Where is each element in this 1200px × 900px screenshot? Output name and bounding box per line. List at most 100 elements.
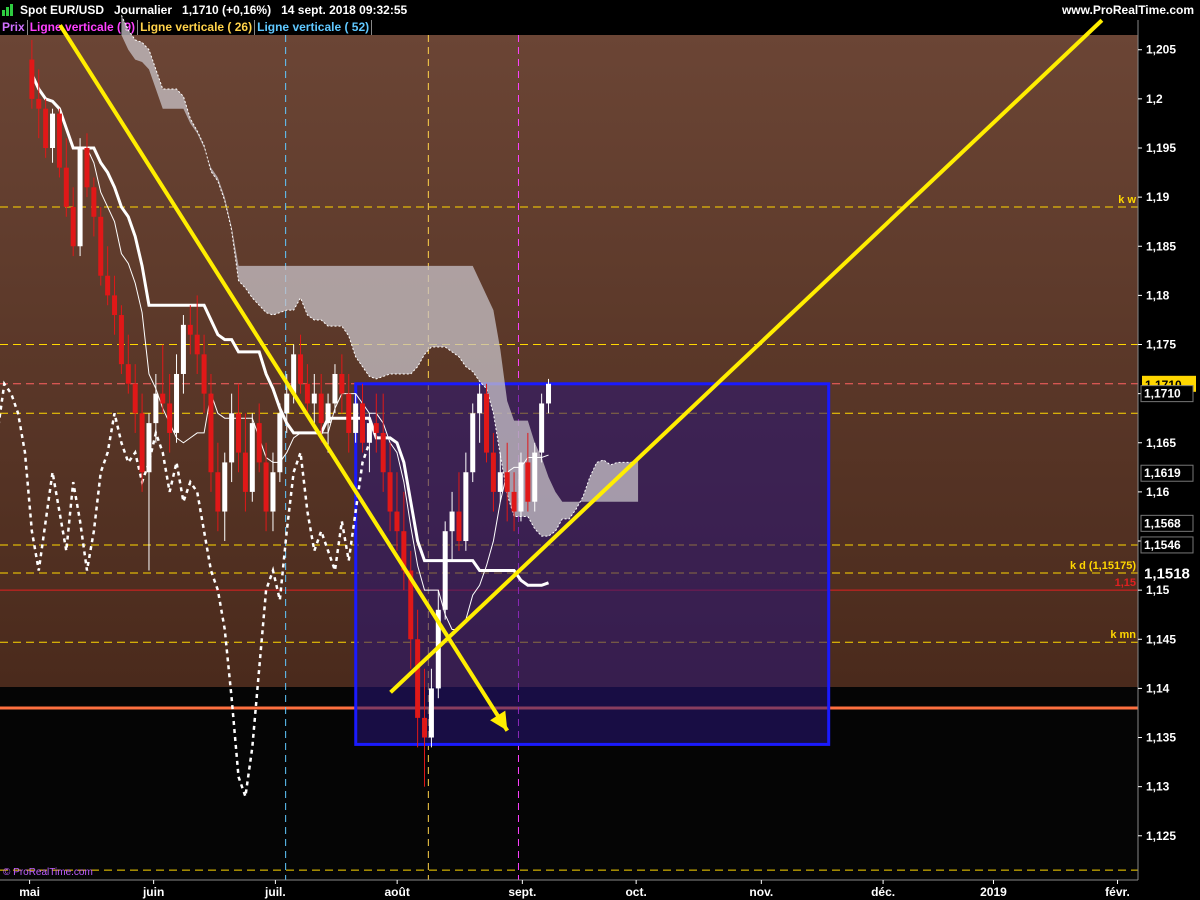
candle <box>270 472 276 512</box>
candle <box>339 373 345 394</box>
candle <box>112 295 118 316</box>
candle <box>325 403 331 424</box>
candle <box>380 432 386 473</box>
candle <box>422 717 428 738</box>
candle <box>98 216 104 276</box>
candle <box>236 413 242 453</box>
candle <box>160 393 166 404</box>
x-tick-label: nov. <box>749 885 773 899</box>
candle <box>256 423 262 463</box>
candle <box>180 324 186 374</box>
candle <box>298 354 304 384</box>
candle <box>174 373 180 433</box>
candle <box>525 462 531 502</box>
x-tick-label: juil. <box>264 885 286 899</box>
y-tick-label: 1,125 <box>1146 829 1176 843</box>
candle <box>463 472 469 542</box>
candle <box>201 354 207 394</box>
y-tick-label: 1,13 <box>1146 780 1170 794</box>
target-rectangle-layer <box>354 382 831 746</box>
candle <box>70 206 76 247</box>
candle <box>50 113 56 148</box>
y-tick-label: 1,195 <box>1146 141 1176 155</box>
candle <box>84 147 90 188</box>
candle <box>118 315 124 365</box>
candle <box>470 413 476 473</box>
candle <box>194 334 200 355</box>
level-label: k mn <box>1110 629 1136 641</box>
candle <box>311 393 317 404</box>
candle <box>222 462 228 512</box>
y-tick-label: 1,175 <box>1146 338 1176 352</box>
x-axis: mai juin juil. août sept. oct. nov. déc. 2019 fév… <box>0 879 1200 900</box>
x-tick-label: mai <box>19 885 40 899</box>
candle <box>518 462 524 512</box>
y-tick-label: 1,165 <box>1146 436 1176 450</box>
candle <box>242 452 248 492</box>
candle <box>139 413 145 473</box>
candle <box>532 452 538 502</box>
candle <box>504 472 510 492</box>
candle <box>229 413 235 463</box>
price-chart[interactable]: k w k d (1,15175) 1,15 k mn 1,205 1,2 1,195 1,… <box>0 0 1200 900</box>
y-tick-label: 1,16 <box>1146 485 1170 499</box>
candle <box>63 167 69 207</box>
candle <box>215 472 221 512</box>
candle <box>43 108 49 148</box>
candle <box>105 275 111 296</box>
candle <box>167 403 173 433</box>
candle <box>546 383 552 404</box>
candle <box>208 393 214 473</box>
candle <box>304 383 310 404</box>
y-axis: 1,2051,21,1951,191,1851,181,1751,171,165… <box>1137 20 1200 900</box>
candle <box>394 511 400 532</box>
candle <box>442 531 448 610</box>
candle <box>132 383 138 414</box>
candle <box>353 403 359 433</box>
candle <box>277 413 283 473</box>
price-tag: 1,1710 <box>1144 387 1181 401</box>
candle <box>539 403 545 453</box>
y-tick-label: 1,145 <box>1146 632 1176 646</box>
y-tick-label: 1,18 <box>1146 288 1170 302</box>
candle <box>484 393 490 453</box>
price-tag: 1,1568 <box>1144 516 1181 530</box>
x-tick-label: août <box>384 885 409 899</box>
y-tick-label: 1,19 <box>1146 190 1170 204</box>
level-label: k d (1,15175) <box>1070 560 1136 572</box>
candle <box>284 393 290 414</box>
candle <box>146 423 152 473</box>
candle <box>415 639 421 718</box>
x-tick-label: sept. <box>508 885 536 899</box>
y-tick-label: 1,185 <box>1146 239 1176 253</box>
candle <box>511 491 517 512</box>
candle <box>477 393 483 414</box>
y-tick-label: 1,2 <box>1146 92 1163 106</box>
y-tick-label: 1,15 <box>1146 583 1170 597</box>
price-tag: 1,1518 <box>1144 565 1190 582</box>
x-axis-background <box>0 880 1200 900</box>
y-tick-label: 1,135 <box>1146 731 1176 745</box>
candle <box>153 393 159 424</box>
candle <box>387 472 393 512</box>
candle <box>346 393 352 433</box>
candle <box>490 452 496 492</box>
price-tag: 1,1546 <box>1144 538 1181 552</box>
price-tag: 1,1619 <box>1144 466 1181 480</box>
y-tick-label: 1,14 <box>1146 681 1170 695</box>
candle <box>366 423 372 443</box>
y-tick-label: 1,205 <box>1146 43 1176 57</box>
candle <box>36 98 42 109</box>
candle <box>263 462 269 512</box>
candle <box>318 393 324 424</box>
candle <box>497 472 503 492</box>
candle <box>29 59 35 99</box>
x-tick-label: 2019 <box>980 885 1007 899</box>
x-tick-label: févr. <box>1105 885 1130 899</box>
candle <box>77 147 83 247</box>
candle <box>249 423 255 492</box>
candle <box>91 187 97 217</box>
candle <box>456 511 462 542</box>
candle <box>56 113 62 168</box>
candle <box>332 373 338 404</box>
